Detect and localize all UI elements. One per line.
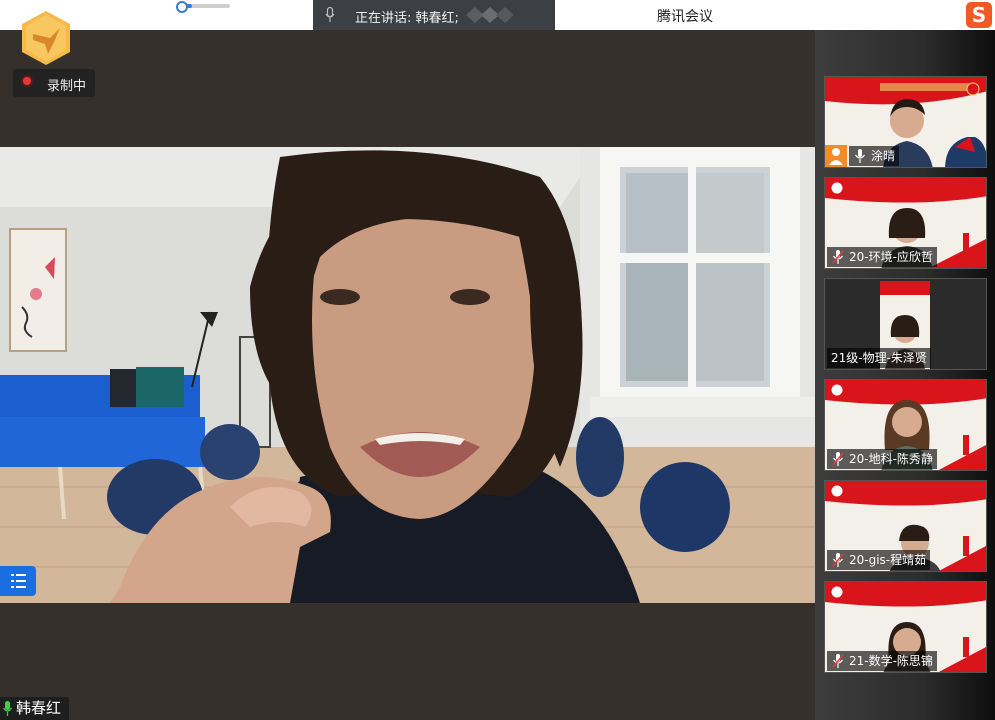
speaking-label: 正在讲话: 韩春红; [355,11,459,26]
participant-name: 涂晴 [871,149,896,163]
recording-label: 录制中 [47,79,87,94]
participant-tile[interactable]: 20-gis-程靖茹 [824,480,987,572]
meeting-logo-icon [22,11,70,65]
microphone-muted-icon [832,250,844,264]
speaker-avatars-icon [466,7,514,23]
microphone-active-icon [3,701,12,716]
ime-badge[interactable]: S [966,2,992,28]
volume-knob[interactable] [176,1,188,13]
main-video [0,147,815,603]
microphone-muted-icon [832,452,844,466]
participant-name-badge: 21-数学-陈思锦 [827,651,937,671]
microphone-icon [325,7,335,22]
participant-list-button[interactable] [0,566,36,596]
app-title: 腾讯会议 [657,9,713,25]
participant-name: 21级-物理-朱泽贤 [831,351,927,365]
participant-tile[interactable]: 21级-物理-朱泽贤 [824,278,987,370]
participant-name-badge: 涂晴 [849,146,900,166]
main-speaker-name: 韩春红 [16,699,62,717]
participant-name-badge: 20-gis-程靖茹 [827,550,931,570]
participant-name-badge: 21级-物理-朱泽贤 [827,348,931,368]
speaking-indicator: 正在讲话: 韩春红; [313,0,555,30]
participant-tile[interactable]: 21-数学-陈思锦 [824,581,987,673]
microphone-icon [855,149,865,163]
participant-tile[interactable]: 涂晴 [824,76,987,168]
participant-tile[interactable]: 20-地科-陈秀静 [824,379,987,471]
microphone-muted-icon [832,553,844,567]
participant-name-badge: 20-地科-陈秀静 [827,449,937,469]
participant-name: 21-数学-陈思锦 [849,654,933,668]
speaker-video-frame [0,147,815,603]
list-icon [11,574,26,588]
participant-name: 20-地科-陈秀静 [849,452,933,466]
volume-slider[interactable] [176,1,232,13]
top-bar: 正在讲话: 韩春红; 腾讯会议 S [0,0,995,30]
record-dot-icon [23,77,31,85]
recording-indicator[interactable]: 录制中 [13,69,95,97]
main-speaker-label: 韩春红 [0,697,70,720]
participant-name-badge: 20-环境-应欣哲 [827,247,937,267]
participant-name: 20-环境-应欣哲 [849,250,933,264]
participant-tile[interactable]: 20-环境-应欣哲 [824,177,987,269]
microphone-muted-icon [832,654,844,668]
participant-name: 20-gis-程靖茹 [849,553,927,567]
